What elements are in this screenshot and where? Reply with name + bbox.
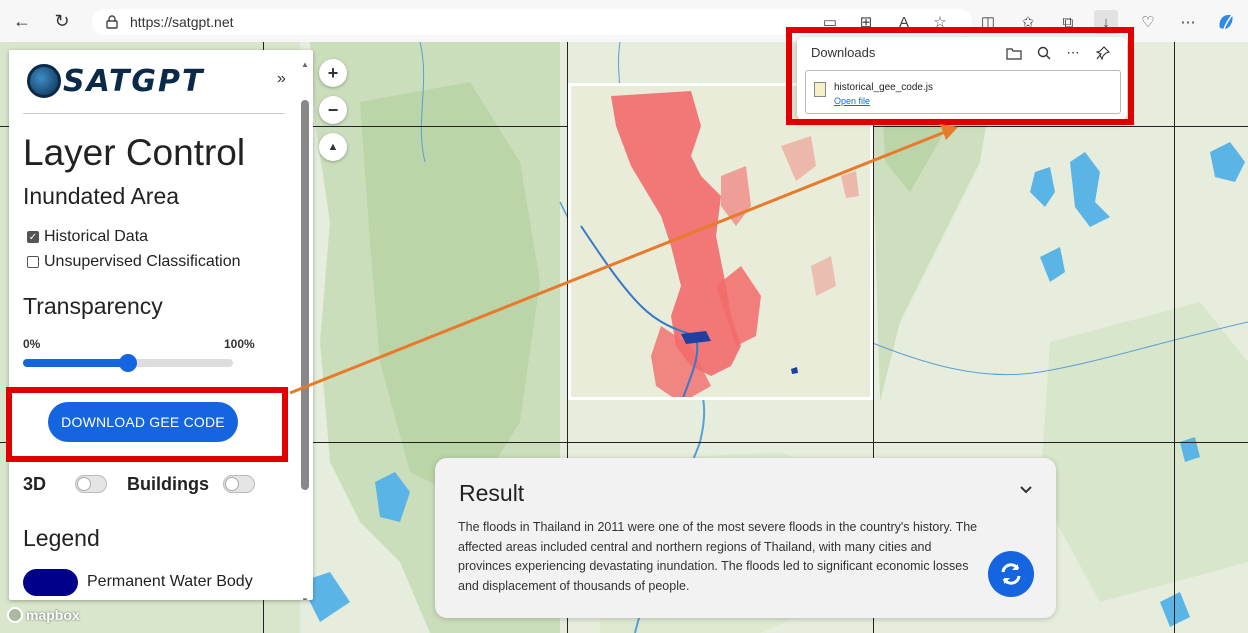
toggle-buildings[interactable] xyxy=(223,475,255,493)
layer-control-panel: SATGPT » Layer Control Inundated Area ✓ … xyxy=(9,50,313,600)
legend-label: Permanent Water Body xyxy=(87,573,253,590)
checkbox-unchecked-icon[interactable] xyxy=(27,256,39,268)
refresh-icon[interactable]: ↻ xyxy=(48,7,76,35)
toggle-3d-label: 3D xyxy=(23,474,47,494)
inundated-area-heading: Inundated Area xyxy=(23,183,180,209)
sync-icon xyxy=(1001,563,1021,585)
legend-swatch-permanent-water xyxy=(23,569,78,596)
scroll-up-icon[interactable]: ▲ xyxy=(301,60,309,69)
slider-thumb[interactable] xyxy=(119,354,137,372)
compass-button[interactable]: ▲ xyxy=(319,133,347,161)
lock-icon xyxy=(106,15,118,29)
slider-max-label: 100% xyxy=(224,337,255,351)
globe-icon xyxy=(27,64,61,98)
result-title: Result xyxy=(459,480,525,506)
collapse-panel-button[interactable]: » xyxy=(277,70,286,88)
annotation-box-downloads xyxy=(786,27,1134,125)
result-text: The floods in Thailand in 2011 were one … xyxy=(458,520,978,593)
unsupervised-classification-checkbox[interactable]: Unsupervised Classification xyxy=(27,253,241,271)
satgpt-logo: SATGPT xyxy=(27,63,205,99)
transparency-heading: Transparency xyxy=(23,293,163,319)
divider xyxy=(23,113,285,114)
panel-scrollbar[interactable]: ▲ ▼ xyxy=(301,60,309,600)
annotation-box-download-button xyxy=(6,387,288,462)
historical-data-checkbox[interactable]: ✓ Historical Data xyxy=(27,228,148,246)
mapbox-text: mapbox xyxy=(26,607,80,623)
chevron-down-icon[interactable] xyxy=(1019,482,1033,500)
toggle-knob xyxy=(225,477,239,491)
scroll-down-icon[interactable]: ▼ xyxy=(301,596,309,600)
refresh-button[interactable] xyxy=(988,551,1034,597)
toggle-knob xyxy=(77,477,91,491)
back-icon[interactable]: ← xyxy=(8,7,36,35)
checkbox-label: Historical Data xyxy=(44,228,149,245)
zoom-in-button[interactable]: + xyxy=(319,59,347,87)
toggle-buildings-label: Buildings xyxy=(127,474,209,494)
slider-min-label: 0% xyxy=(23,337,41,351)
transparency-slider[interactable] xyxy=(23,354,233,372)
mapbox-attribution[interactable]: mapbox xyxy=(7,607,80,623)
url-text: https://satgpt.net xyxy=(130,14,234,30)
grid-line xyxy=(1174,42,1175,633)
mapbox-logo-icon xyxy=(7,607,23,623)
zoom-out-button[interactable]: − xyxy=(319,96,347,124)
browser-health-icon[interactable]: ♡ xyxy=(1136,10,1160,34)
panel-title: Layer Control xyxy=(23,132,246,173)
checkbox-checked-icon[interactable]: ✓ xyxy=(27,231,39,243)
inundated-area-overlay xyxy=(568,83,873,400)
legend-heading: Legend xyxy=(23,525,100,551)
slider-fill xyxy=(23,359,128,367)
toggle-3d[interactable] xyxy=(75,475,107,493)
logo-text: SATGPT xyxy=(63,63,205,99)
scroll-thumb[interactable] xyxy=(301,100,309,490)
copilot-icon[interactable] xyxy=(1214,10,1238,34)
more-icon[interactable]: ⋯ xyxy=(1176,10,1200,34)
checkbox-label: Unsupervised Classification xyxy=(44,253,241,270)
result-card: Result The floods in Thailand in 2011 we… xyxy=(435,458,1056,618)
